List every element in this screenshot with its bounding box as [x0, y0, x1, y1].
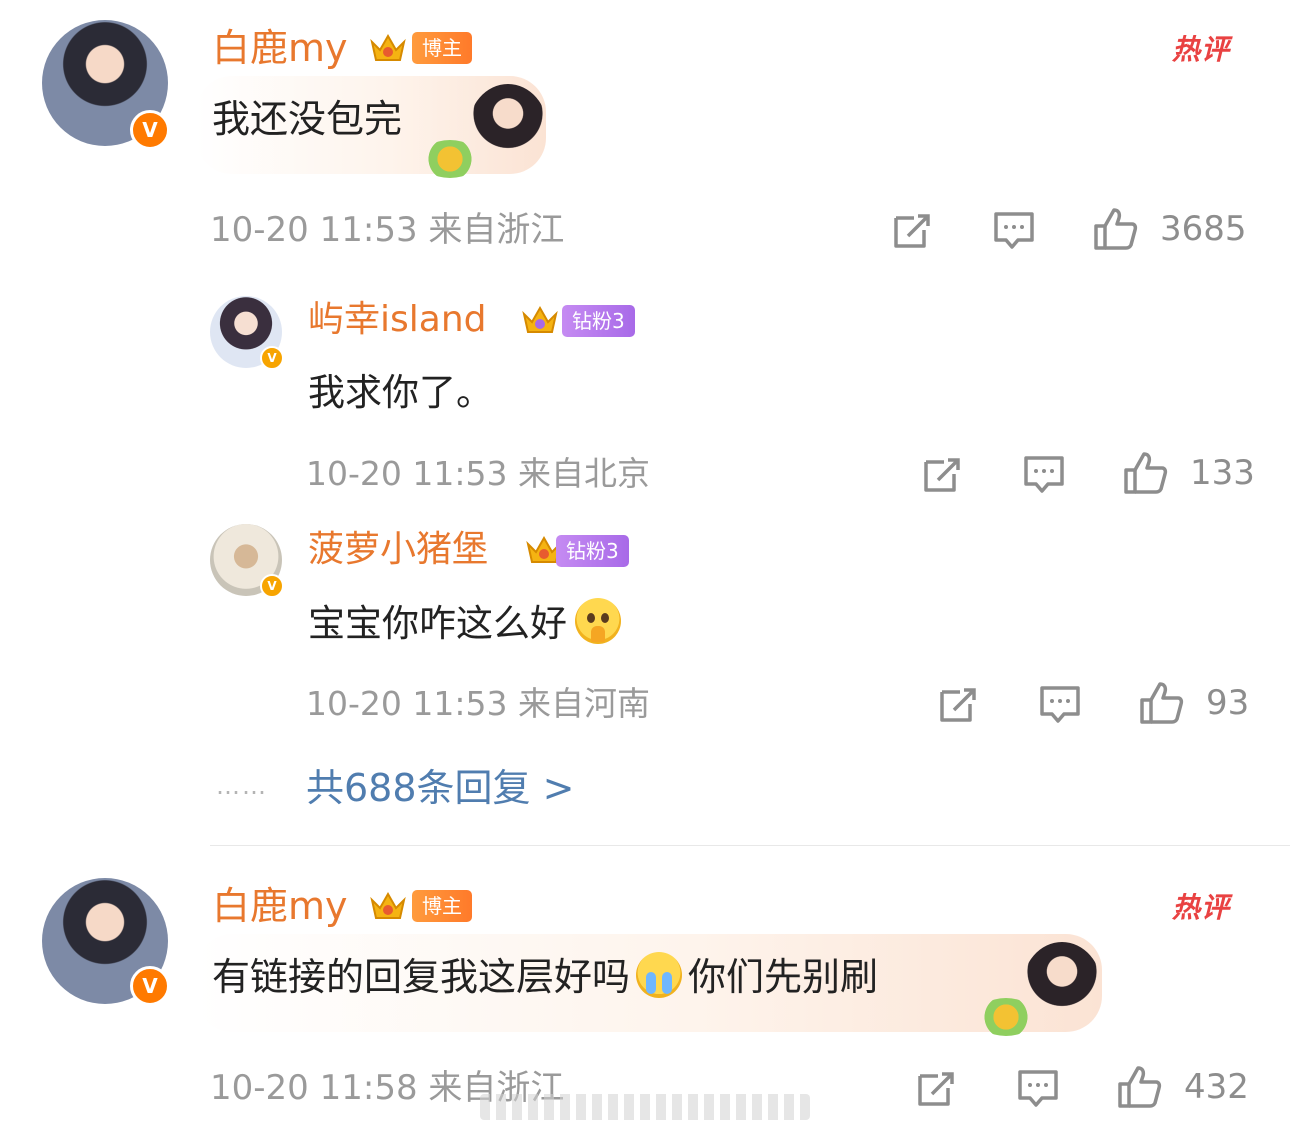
comment-divider: [210, 845, 1290, 846]
reply-text: 我求你了。: [308, 371, 493, 414]
blogger-tag: 博主: [412, 890, 472, 922]
reply-location: 来自河南: [517, 684, 650, 723]
thumbs-up-icon: [1140, 682, 1184, 724]
verified-badge-icon: V: [130, 110, 170, 150]
reply-meta: 10-20 11:53 来自河南: [306, 684, 650, 724]
crying-face-emoji-icon: [636, 952, 683, 998]
reply-time: 10-20 11:53: [306, 684, 508, 723]
hot-comment-label: 热评: [1172, 33, 1231, 66]
username[interactable]: 菠萝小猪堡: [308, 528, 488, 572]
reply-button[interactable]: [992, 210, 1036, 252]
share-button[interactable]: [890, 210, 934, 250]
comment-location: 来自浙江: [428, 210, 565, 250]
hot-comment-label: 热评: [1172, 891, 1231, 924]
share-button[interactable]: [920, 454, 964, 494]
like-button[interactable]: 432: [1116, 1064, 1249, 1110]
username[interactable]: 屿幸island: [308, 298, 487, 342]
comment-icon: [1040, 686, 1080, 723]
like-count: 93: [1206, 683, 1250, 723]
like-button[interactable]: 93: [1138, 680, 1249, 726]
crown-icon: [370, 891, 406, 919]
share-icon: [894, 214, 930, 248]
blogger-tag: 博主: [412, 32, 472, 64]
thumbs-up-icon: [1118, 1066, 1162, 1108]
comment-text: 我还没包完: [212, 97, 403, 141]
reply-time: 10-20 11:53: [306, 454, 508, 493]
like-count: 432: [1184, 1067, 1249, 1107]
reply-location: 来自北京: [517, 454, 650, 493]
share-icon: [924, 458, 960, 492]
reply-text: 宝宝你咋这么好: [308, 598, 621, 647]
share-button[interactable]: [936, 684, 980, 724]
comment-icon: [1024, 456, 1064, 493]
pleading-face-emoji-icon: [575, 598, 621, 644]
like-button[interactable]: 133: [1122, 450, 1255, 496]
like-button[interactable]: 3685: [1092, 206, 1247, 252]
comment-text-after-emoji: 你们先别刷: [688, 955, 879, 999]
reply-meta: 10-20 11:53 来自北京: [306, 454, 650, 494]
crown-icon: [370, 33, 406, 61]
comment-time: 10-20 11:58: [210, 1068, 418, 1108]
thumbs-up-icon: [1124, 452, 1168, 494]
comment-time: 10-20 11:53: [210, 210, 418, 250]
comment-text: 有链接的回复我这层好吗 你们先别刷: [212, 952, 878, 1000]
fan-level-tag: 钻粉3: [562, 305, 635, 337]
watermark: [480, 1094, 810, 1120]
comment-icon: [994, 212, 1034, 249]
verified-badge-icon: V: [260, 346, 284, 370]
username[interactable]: 白鹿my: [212, 26, 348, 70]
comment-icon: [1018, 1070, 1058, 1107]
fan-level-tag: 钻粉3: [556, 535, 629, 567]
share-button[interactable]: [914, 1068, 958, 1108]
bubble-portrait-decoration: [468, 84, 548, 176]
reply-button[interactable]: [1022, 454, 1066, 496]
thumbs-up-icon: [1094, 208, 1138, 250]
reply-text-content: 宝宝你咋这么好: [308, 602, 567, 645]
reply-button[interactable]: [1016, 1068, 1060, 1110]
username[interactable]: 白鹿my: [212, 884, 348, 928]
verified-badge-icon: V: [130, 966, 170, 1006]
verified-badge-icon: V: [260, 574, 284, 598]
reply-button[interactable]: [1038, 684, 1082, 726]
like-count: 133: [1190, 453, 1255, 493]
more-replies-dots: ……: [216, 772, 268, 800]
share-icon: [918, 1072, 954, 1106]
crown-icon: [522, 305, 558, 333]
bubble-portrait-decoration: [1022, 942, 1102, 1034]
comment-text-before-emoji: 有链接的回复我这层好吗: [212, 955, 631, 999]
comment-meta: 10-20 11:53 来自浙江: [210, 210, 564, 250]
share-icon: [940, 688, 976, 722]
more-replies-link[interactable]: 共688条回复 >: [306, 766, 574, 810]
like-count: 3685: [1160, 209, 1247, 249]
